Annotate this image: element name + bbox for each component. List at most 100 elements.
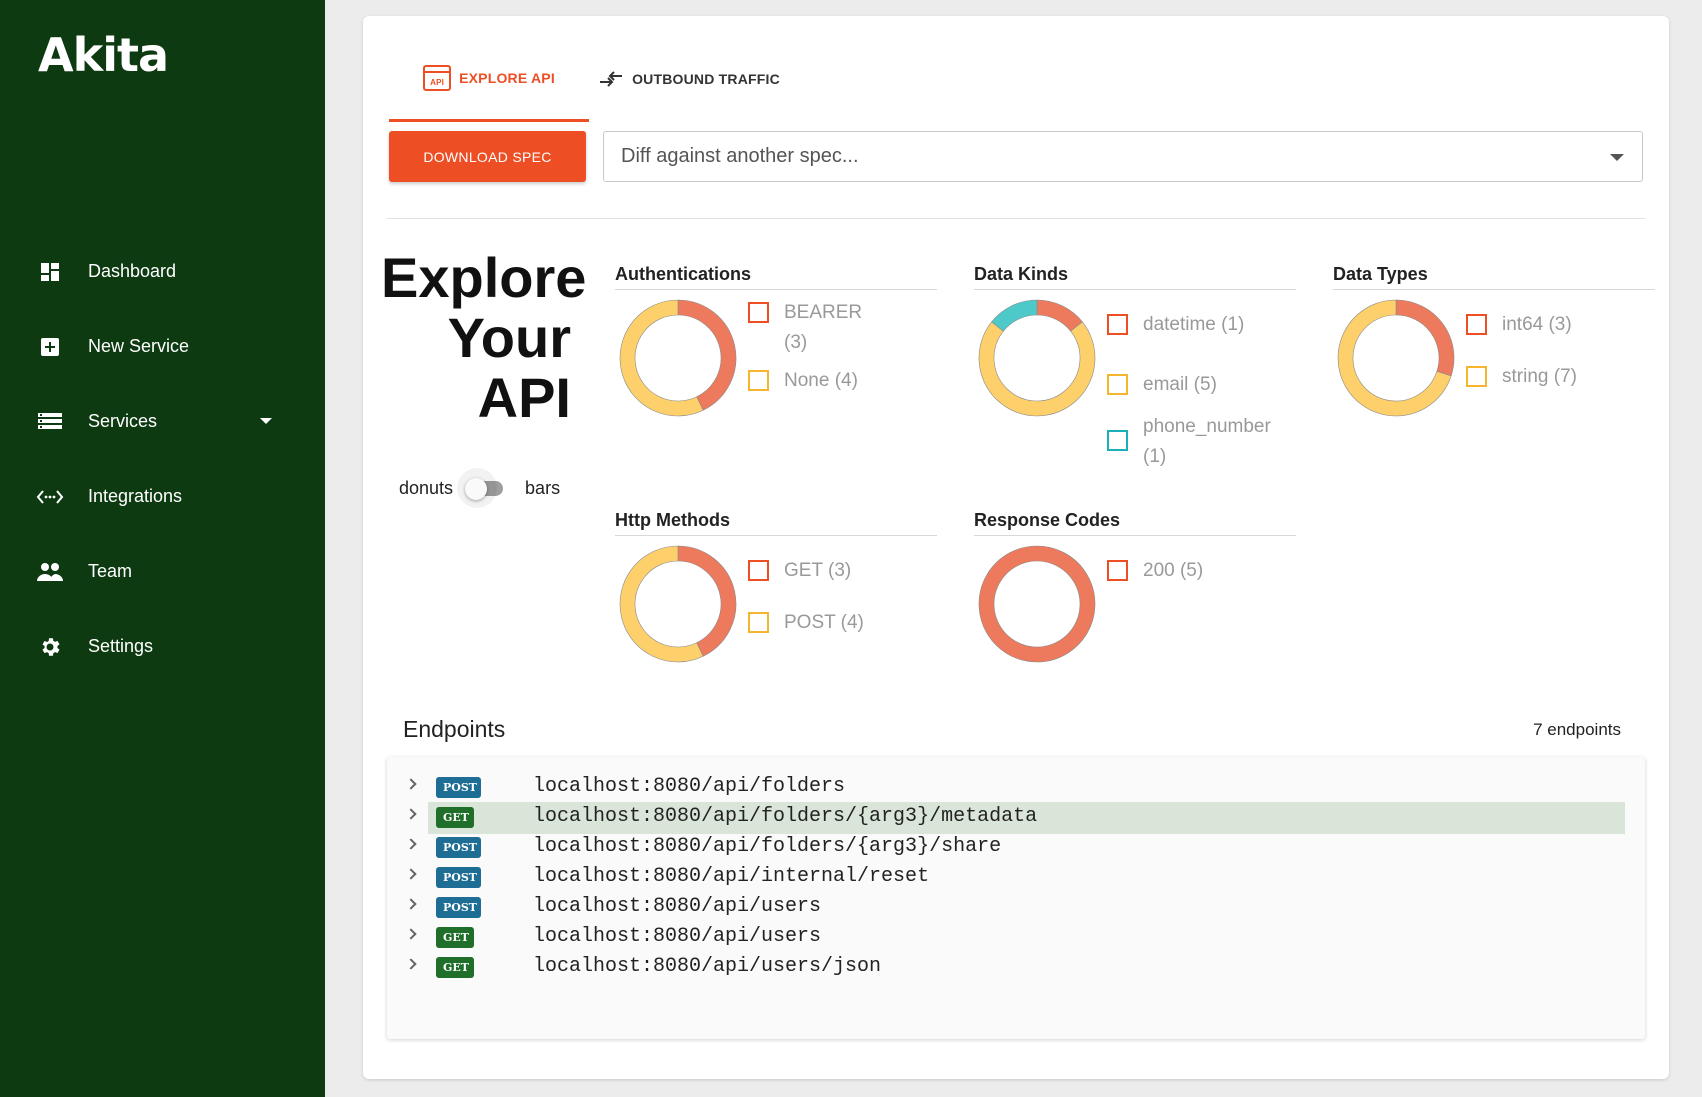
chevron-right-icon[interactable] bbox=[405, 838, 417, 850]
sidebar-item-team[interactable]: Team bbox=[0, 534, 325, 609]
endpoint-row[interactable]: POST localhost:8080/api/folders/{arg3}/sh… bbox=[387, 832, 1645, 864]
legend-checkbox[interactable] bbox=[748, 612, 769, 633]
chevron-down-icon[interactable] bbox=[260, 418, 272, 424]
sidebar: Akita Dashboard New Service Services Int… bbox=[0, 0, 325, 1097]
data-kinds-donut-chart bbox=[978, 299, 1096, 417]
donut-slice bbox=[619, 545, 704, 663]
tab-label: EXPLORE API bbox=[459, 69, 555, 86]
add-box-icon bbox=[36, 333, 64, 361]
legend-checkbox[interactable] bbox=[1107, 374, 1128, 395]
method-badge: POST bbox=[436, 867, 481, 888]
sidebar-item-label: Dashboard bbox=[88, 261, 177, 281]
legend-checkbox[interactable] bbox=[1107, 314, 1128, 335]
donut-slice bbox=[1036, 299, 1083, 332]
chevron-right-icon[interactable] bbox=[405, 928, 417, 940]
toggle-label-bars: bars bbox=[525, 477, 561, 498]
chevron-right-icon[interactable] bbox=[405, 808, 417, 820]
sidebar-item-label: Team bbox=[88, 561, 133, 581]
legend-item: int64 (3) bbox=[1466, 310, 1666, 340]
endpoint-row[interactable]: GET localhost:8080/api/folders/{arg3}/met… bbox=[387, 802, 1645, 834]
sidebar-nav: Dashboard New Service Services Integrati… bbox=[0, 234, 325, 684]
method-badge: POST bbox=[436, 837, 481, 858]
legend-item: email (5) bbox=[1107, 370, 1307, 400]
method-badge: POST bbox=[436, 777, 481, 798]
sidebar-item-settings[interactable]: Settings bbox=[0, 609, 325, 684]
endpoint-path: localhost:8080/api/users bbox=[533, 895, 822, 918]
explore-your-api-title: Explore Your API bbox=[381, 246, 587, 429]
donut-slice bbox=[677, 299, 737, 411]
legend-checkbox[interactable] bbox=[1107, 560, 1128, 581]
chevron-right-icon[interactable] bbox=[405, 958, 417, 970]
legend-item: datetime (1) bbox=[1107, 310, 1307, 340]
response-codes-legend: 200 (5) bbox=[1107, 556, 1307, 586]
donut-slice bbox=[1395, 299, 1455, 377]
sidebar-item-integrations[interactable]: Integrations bbox=[0, 459, 325, 534]
endpoint-row[interactable]: POST localhost:8080/api/internal/reset bbox=[387, 862, 1645, 894]
sidebar-item-label: New Service bbox=[88, 336, 190, 356]
tab-outbound-traffic[interactable]: OUTBOUND TRAFFIC bbox=[589, 36, 789, 122]
endpoint-path: localhost:8080/api/folders/{arg3}/metada… bbox=[533, 805, 1038, 828]
toggle-label-donuts: donuts bbox=[399, 477, 454, 498]
legend-item: None (4) bbox=[748, 366, 948, 396]
tab-explore-api[interactable]: API EXPLORE API bbox=[389, 36, 589, 122]
data-kinds-legend: datetime (1) email (5) phone_number (1) bbox=[1107, 310, 1307, 472]
diff-spec-placeholder: Diff against another spec... bbox=[621, 145, 859, 167]
http-methods-legend: GET (3) POST (4) bbox=[748, 556, 948, 638]
endpoint-row[interactable]: POST localhost:8080/api/folders bbox=[387, 772, 1645, 804]
code-icon bbox=[36, 483, 64, 511]
data-types-legend: int64 (3) string (7) bbox=[1466, 310, 1666, 392]
authentications-legend: BEARER (3) None (4) bbox=[748, 298, 948, 396]
diff-spec-select[interactable]: Diff against another spec... bbox=[603, 131, 1643, 182]
legend-item: string (7) bbox=[1466, 362, 1666, 392]
chart-style-toggle-row: donuts bars bbox=[399, 468, 560, 508]
divider bbox=[387, 218, 1645, 219]
donut-slice bbox=[991, 299, 1038, 332]
legend-checkbox[interactable] bbox=[748, 370, 769, 391]
sidebar-item-label: Integrations bbox=[88, 486, 183, 506]
chevron-right-icon[interactable] bbox=[405, 898, 417, 910]
chevron-right-icon[interactable] bbox=[405, 778, 417, 790]
stat-title: Authentications bbox=[615, 264, 937, 290]
response-codes-donut-chart bbox=[978, 545, 1096, 663]
legend-checkbox[interactable] bbox=[1466, 314, 1487, 335]
legend-item: POST (4) bbox=[748, 608, 948, 638]
endpoints-count: 7 endpoints bbox=[1533, 720, 1621, 739]
legend-checkbox[interactable] bbox=[1466, 366, 1487, 387]
endpoint-path: localhost:8080/api/users bbox=[533, 925, 822, 948]
stat-response-codes: Response Codes 200 (5) bbox=[974, 510, 1296, 663]
endpoint-row[interactable]: GET localhost:8080/api/users/json bbox=[387, 952, 1645, 984]
stat-data-types: Data Types int64 (3) string (7) bbox=[1333, 264, 1655, 417]
legend-item: GET (3) bbox=[748, 556, 948, 586]
method-badge: POST bbox=[436, 897, 481, 918]
chevron-down-icon bbox=[1610, 154, 1624, 161]
legend-item: BEARER (3) bbox=[748, 298, 948, 358]
legend-checkbox[interactable] bbox=[748, 302, 769, 323]
tab-label: OUTBOUND TRAFFIC bbox=[632, 71, 780, 87]
endpoint-row[interactable]: GET localhost:8080/api/users bbox=[387, 922, 1645, 954]
endpoint-path: localhost:8080/api/internal/reset bbox=[533, 865, 930, 888]
chevron-right-icon[interactable] bbox=[405, 868, 417, 880]
akita-logo[interactable]: Akita bbox=[38, 28, 169, 82]
endpoint-row[interactable]: POST localhost:8080/api/users bbox=[387, 892, 1645, 924]
stat-title: Response Codes bbox=[974, 510, 1296, 536]
sidebar-item-services[interactable]: Services bbox=[0, 384, 325, 459]
dashboard-icon bbox=[36, 258, 64, 286]
donut-slice bbox=[978, 321, 1096, 417]
endpoint-path: localhost:8080/api/users/json bbox=[533, 955, 882, 978]
data-types-donut-chart bbox=[1337, 299, 1455, 417]
donuts-bars-toggle[interactable] bbox=[457, 468, 509, 508]
gear-icon bbox=[36, 633, 64, 661]
legend-checkbox[interactable] bbox=[1107, 430, 1128, 451]
legend-item: phone_number (1) bbox=[1107, 412, 1307, 472]
method-badge: GET bbox=[436, 927, 474, 948]
endpoint-path: localhost:8080/api/folders bbox=[533, 775, 846, 798]
legend-item: 200 (5) bbox=[1107, 556, 1307, 586]
endpoints-list: POST localhost:8080/api/folders GET localho… bbox=[387, 757, 1645, 1039]
download-spec-button[interactable]: DOWNLOAD SPEC bbox=[389, 131, 586, 182]
sidebar-item-new-service[interactable]: New Service bbox=[0, 309, 325, 384]
http-methods-donut-chart bbox=[619, 545, 737, 663]
stat-title: Http Methods bbox=[615, 510, 937, 536]
swap-arrows-icon bbox=[598, 69, 624, 89]
legend-checkbox[interactable] bbox=[748, 560, 769, 581]
sidebar-item-dashboard[interactable]: Dashboard bbox=[0, 234, 325, 309]
